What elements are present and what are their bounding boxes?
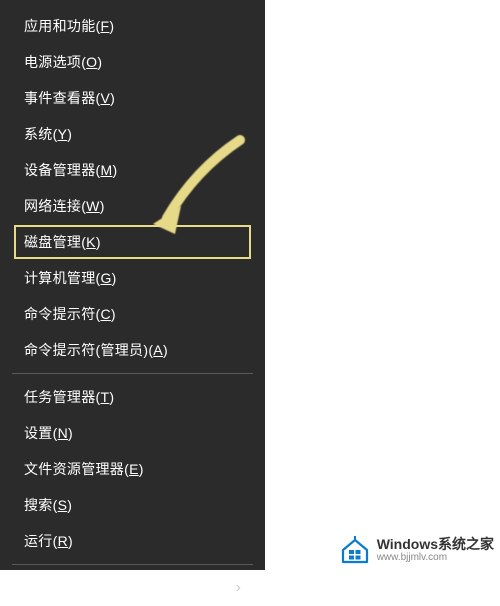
menu-item-c[interactable]: 命令提示符(C)	[0, 296, 265, 332]
menu-item-u[interactable]: 关机或注销(U)	[0, 570, 265, 606]
menu-item-label: 命令提示符(管理员)(A)	[24, 340, 168, 360]
windows-house-icon	[339, 536, 371, 564]
menu-item-m[interactable]: 设备管理器(M)	[0, 152, 265, 188]
menu-item-label: 关机或注销(U)	[24, 578, 116, 598]
menu-item-f[interactable]: 应用和功能(F)	[0, 8, 265, 44]
menu-item-label: 任务管理器(T)	[24, 387, 114, 407]
menu-item-w[interactable]: 网络连接(W)	[0, 188, 265, 224]
menu-separator	[12, 564, 253, 565]
menu-item-a[interactable]: 命令提示符(管理员)(A)	[0, 332, 265, 368]
menu-item-label: 磁盘管理(K)	[24, 232, 101, 252]
menu-item-label: 设备管理器(M)	[24, 160, 117, 180]
menu-item-label: 设置(N)	[24, 423, 73, 443]
menu-item-s[interactable]: 搜索(S)	[0, 487, 265, 523]
menu-item-label: 事件查看器(V)	[24, 88, 115, 108]
menu-item-g[interactable]: 计算机管理(G)	[0, 260, 265, 296]
menu-item-label: 网络连接(W)	[24, 196, 105, 216]
menu-item-t[interactable]: 任务管理器(T)	[0, 379, 265, 415]
menu-item-n[interactable]: 设置(N)	[0, 415, 265, 451]
menu-item-label: 运行(R)	[24, 531, 73, 551]
winx-context-menu: 应用和功能(F) 电源选项(O) 事件查看器(V) 系统(Y) 设备管理器(M) 网络连接…	[0, 0, 265, 570]
watermark: Windows系统之家 www.bjjmlv.com	[339, 536, 494, 564]
watermark-title: Windows系统之家	[377, 537, 494, 552]
menu-item-label: 搜索(S)	[24, 495, 72, 515]
menu-item-y[interactable]: 系统(Y)	[0, 116, 265, 152]
menu-item-label: 文件资源管理器(E)	[24, 459, 144, 479]
menu-item-label: 命令提示符(C)	[24, 304, 116, 324]
menu-item-e[interactable]: 文件资源管理器(E)	[0, 451, 265, 487]
menu-item-label: 电源选项(O)	[24, 52, 102, 72]
watermark-url: www.bjjmlv.com	[377, 552, 494, 563]
menu-item-o[interactable]: 电源选项(O)	[0, 44, 265, 80]
menu-item-label: 应用和功能(F)	[24, 16, 114, 36]
menu-item-k[interactable]: 磁盘管理(K)	[14, 225, 251, 259]
menu-item-label: 系统(Y)	[24, 124, 72, 144]
menu-item-r[interactable]: 运行(R)	[0, 523, 265, 559]
menu-item-v[interactable]: 事件查看器(V)	[0, 80, 265, 116]
menu-item-label: 计算机管理(G)	[24, 268, 117, 288]
menu-separator	[12, 373, 253, 374]
